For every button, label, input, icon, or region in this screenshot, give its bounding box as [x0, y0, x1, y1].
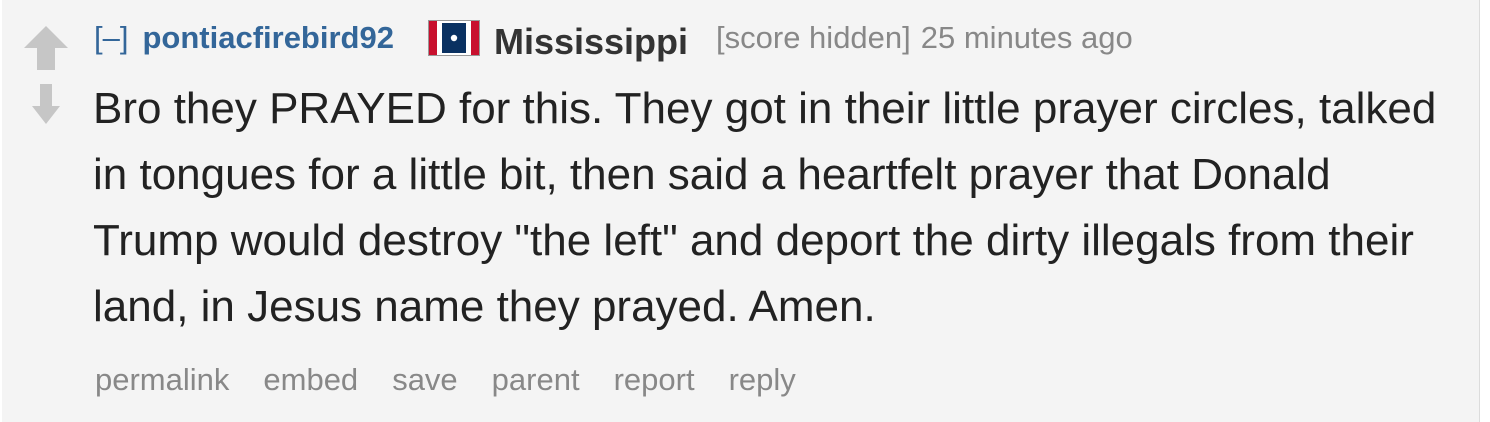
reply-button[interactable]: reply [729, 362, 796, 398]
report-button[interactable]: report [614, 362, 695, 398]
save-button[interactable]: save [392, 362, 457, 398]
comment-body: Bro they PRAYED for this. They got in th… [93, 84, 1437, 331]
user-flair: Mississippi [493, 21, 689, 62]
downvote-arrow-icon[interactable] [30, 80, 62, 138]
comment-tagline: [–] pontiacfirebird92 Mississippi [score… [94, 14, 1133, 62]
comment: [–] pontiacfirebird92 Mississippi [score… [2, 0, 1480, 422]
permalink-button[interactable]: permalink [95, 362, 229, 398]
score-status: [score hidden] [716, 20, 911, 55]
timestamp: 25 minutes ago [920, 20, 1133, 55]
upvote-arrow-icon[interactable] [22, 24, 70, 72]
author-link[interactable]: pontiacfirebird92 [142, 20, 394, 56]
embed-button[interactable]: embed [263, 362, 358, 398]
collapse-toggle[interactable]: [–] [94, 20, 128, 56]
mississippi-flag-icon [427, 20, 480, 56]
parent-button[interactable]: parent [492, 362, 580, 398]
comment-actions: permalink embed save parent report reply [95, 362, 830, 398]
